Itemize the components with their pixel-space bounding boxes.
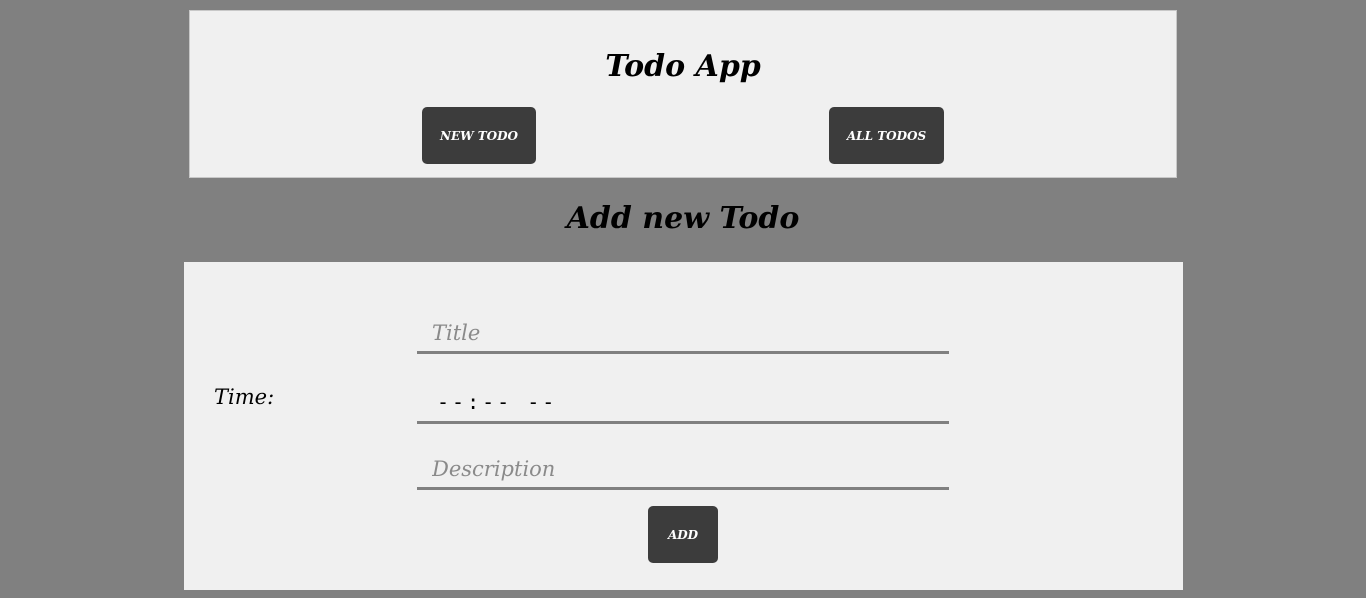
add-todo-form: Time: --:-- -- ADD (184, 262, 1183, 590)
description-input[interactable] (417, 450, 949, 487)
title-input[interactable] (417, 314, 949, 351)
time-input[interactable]: --:-- -- (417, 382, 949, 424)
time-input-value: --:-- -- (437, 389, 558, 414)
title-field-wrapper (417, 314, 949, 354)
app-header: Todo App NEW TODO ALL TODOS (189, 10, 1177, 178)
time-label: Time: (214, 385, 275, 409)
add-button[interactable]: ADD (648, 506, 718, 563)
section-title: Add new Todo (566, 201, 800, 236)
all-todos-button[interactable]: ALL TODOS (829, 107, 944, 164)
app-title: Todo App (605, 49, 761, 84)
new-todo-button[interactable]: NEW TODO (422, 107, 536, 164)
description-field-wrapper (417, 450, 949, 490)
